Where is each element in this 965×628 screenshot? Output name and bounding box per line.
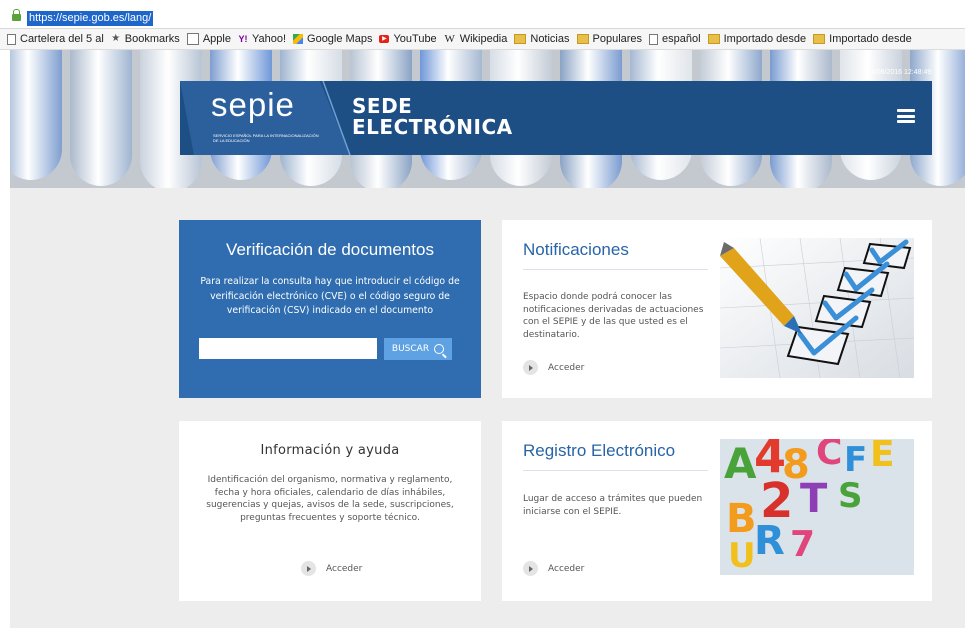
bookmark-label: Populares xyxy=(592,33,643,45)
logo-subtitle: SERVICIO ESPAÑOL PARA LA INTERNACIONALIZ… xyxy=(213,133,319,143)
play-circle-icon xyxy=(301,561,316,576)
verificacion-title: Verificación de documentos xyxy=(226,240,434,259)
bookmark-item[interactable]: Importado desde xyxy=(813,33,912,45)
wikipedia-icon: W xyxy=(444,33,455,45)
bookmarks-bar: Cartelera del 5 al ★ Bookmarks Apple Y! Yahoo… xyxy=(0,29,965,50)
bookmark-item[interactable]: español xyxy=(649,33,701,45)
title-divider xyxy=(523,470,708,471)
checklist-pencil-image xyxy=(720,238,914,378)
bookmark-label: Apple xyxy=(202,33,231,45)
yahoo-icon: Y! xyxy=(238,34,248,44)
folder-icon xyxy=(813,34,826,44)
registro-title[interactable]: Registro Electrónico xyxy=(523,441,675,461)
page-title: SEDE ELECTRÓNICA xyxy=(352,96,513,138)
buscar-label: BUSCAR xyxy=(391,344,430,354)
bookmark-item[interactable]: ★ Bookmarks xyxy=(111,33,180,45)
cve-search-input[interactable] xyxy=(199,338,377,359)
verificacion-description: Para realizar la consulta hay que introd… xyxy=(200,276,460,316)
verificacion-card: Verificación de documentos Para realizar… xyxy=(179,220,481,398)
page-title-line2: ELECTRÓNICA xyxy=(352,115,513,139)
page-icon xyxy=(7,33,16,45)
datetime-text: 14/06/2016 12:48:49 xyxy=(867,69,932,76)
registro-acceder-link[interactable]: Acceder xyxy=(523,561,584,576)
folder-icon xyxy=(707,34,720,44)
bookmark-label: Wikipedia xyxy=(459,33,508,45)
star-icon: ★ xyxy=(111,33,121,44)
notificaciones-card: Notificaciones Espacio donde podrá conoc… xyxy=(502,220,932,398)
bookmark-item[interactable]: Y! Yahoo! xyxy=(238,33,286,45)
google-maps-icon xyxy=(293,34,304,44)
informacion-card: Información y ayuda Identificación del o… xyxy=(179,421,481,601)
sepie-logo[interactable]: sepie xyxy=(211,86,295,124)
browser-url-bar[interactable]: https://sepie.gob.es/lang/ xyxy=(0,0,965,29)
bookmark-item[interactable]: Google Maps xyxy=(293,33,372,45)
search-icon xyxy=(434,344,445,354)
bookmark-label: Importado desde xyxy=(723,33,807,45)
youtube-icon: ▶ xyxy=(379,35,390,43)
play-circle-icon xyxy=(523,561,538,576)
bookmark-item[interactable]: Cartelera del 5 al xyxy=(7,33,104,45)
acceder-label: Acceder xyxy=(548,563,585,574)
bookmark-item[interactable]: W Wikipedia xyxy=(444,33,508,45)
bookmark-label: Bookmarks xyxy=(124,33,180,45)
bookmark-label: Noticias xyxy=(530,33,570,45)
bookmark-item[interactable]: Noticias xyxy=(514,33,570,45)
folder-icon xyxy=(576,34,589,44)
bookmark-item[interactable]: Importado desde xyxy=(707,33,807,45)
notificaciones-description: Espacio donde podrá conocer las notifica… xyxy=(523,292,704,340)
lock-icon xyxy=(12,9,21,21)
banner-divider-line xyxy=(322,81,351,155)
title-divider xyxy=(523,269,708,270)
bookmark-label: Yahoo! xyxy=(251,33,287,45)
bookmark-label: Google Maps xyxy=(307,33,373,45)
hero-header: 14/06/2016 12:48:49 sepie SERVICIO ESPAÑ… xyxy=(10,50,965,188)
page-content: 14/06/2016 12:48:49 sepie SERVICIO ESPAÑ… xyxy=(10,50,965,628)
play-circle-icon xyxy=(523,360,538,375)
folder-icon xyxy=(514,34,527,44)
bookmark-item[interactable]: ▶ YouTube xyxy=(379,33,437,45)
url-text[interactable]: https://sepie.gob.es/lang/ xyxy=(27,11,154,26)
hamburger-menu-icon[interactable] xyxy=(897,109,915,123)
informacion-description: Identificación del organismo, normativa … xyxy=(206,475,454,523)
page-title-line1: SEDE xyxy=(352,94,413,118)
apple-page-icon xyxy=(186,33,199,45)
bookmark-label: YouTube xyxy=(393,33,437,45)
bookmark-label: Cartelera del 5 al xyxy=(20,33,104,45)
bookmark-item[interactable]: Populares xyxy=(576,33,643,45)
chalk-stick xyxy=(10,50,62,180)
bookmark-label: español xyxy=(662,33,701,45)
buscar-button[interactable]: BUSCAR xyxy=(384,338,452,360)
notificaciones-title[interactable]: Notificaciones xyxy=(523,240,629,260)
chalk-stick xyxy=(70,50,132,186)
registro-description: Lugar de acceso a trámites que pueden in… xyxy=(523,494,703,517)
bookmark-label: Importado desde xyxy=(829,33,912,45)
page-icon xyxy=(649,33,659,45)
notificaciones-acceder-link[interactable]: Acceder xyxy=(523,360,584,375)
informacion-title[interactable]: Información y ayuda xyxy=(179,443,481,458)
colorful-letters-image: A 4 8 C F E 2 T S B R 7 U xyxy=(720,439,914,575)
acceder-label: Acceder xyxy=(548,362,585,373)
informacion-acceder-link[interactable]: Acceder xyxy=(301,561,362,576)
bookmark-item[interactable]: Apple xyxy=(186,33,231,45)
acceder-label: Acceder xyxy=(326,563,363,574)
registro-card: Registro Electrónico Lugar de acceso a t… xyxy=(502,421,932,601)
